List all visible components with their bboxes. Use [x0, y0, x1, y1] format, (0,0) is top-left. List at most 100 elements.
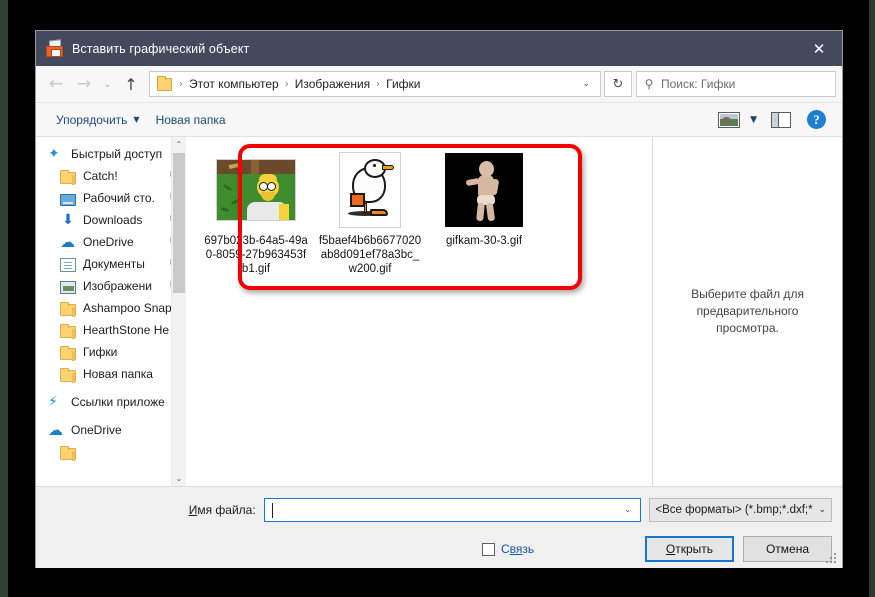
dancing-baby-thumbnail: [434, 151, 534, 229]
sidebar-item-label: Рабочий сто.: [83, 191, 155, 205]
new-folder-button[interactable]: Новая папка: [148, 113, 234, 127]
folder-icon: [60, 301, 76, 317]
screen: Вставить графический объект ✕ ← → ⌄ ↑ › …: [0, 0, 875, 597]
back-icon[interactable]: ←: [42, 70, 70, 98]
file-name-input[interactable]: ⌄: [263, 498, 642, 522]
sidebar-item-downloads[interactable]: ⬇ Downloads ❖: [36, 209, 186, 231]
forward-icon[interactable]: →: [70, 70, 98, 98]
breadcrumb-item-2[interactable]: Гифки: [384, 77, 422, 91]
breadcrumb-item-1[interactable]: Изображения: [293, 77, 372, 91]
recent-locations-icon[interactable]: ⌄: [98, 70, 117, 98]
preview-pane: Выберите файл для предварительного просм…: [652, 137, 842, 486]
folder-icon: [60, 445, 76, 461]
sidebar-item-documents[interactable]: Документы ❖: [36, 253, 186, 275]
resize-grip[interactable]: [826, 553, 838, 565]
search-input[interactable]: ⚲ Поиск: Гифки: [636, 71, 836, 97]
organize-button[interactable]: Упорядочить ▼: [48, 113, 148, 127]
navigation-bar: ← → ⌄ ↑ › Этот компьютер › Изображения ›…: [36, 66, 842, 103]
sidebar-item-label: OneDrive: [71, 423, 122, 437]
file-item[interactable]: 697b023b-64a5-49a0-8059-27b963453fb1.gif: [200, 151, 312, 276]
sidebar-item-partial[interactable]: [36, 441, 186, 463]
sidebar-item-label: Ashampoo Snap: [83, 301, 172, 315]
chevron-down-icon[interactable]: ▼: [750, 115, 757, 125]
sidebar-item-desktop[interactable]: Рабочий сто. ❖: [36, 187, 186, 209]
cloud-icon: ☁: [48, 421, 63, 439]
title-bar: Вставить графический объект ✕: [36, 31, 842, 66]
cloud-icon: ☁: [60, 233, 75, 251]
sidebar-item-label: Документы: [83, 257, 145, 271]
sidebar-item-catch[interactable]: Catch! ❖: [36, 165, 186, 187]
open-button[interactable]: Открыть: [645, 536, 734, 562]
file-item[interactable]: f5baef4b6b6677020ab8d091ef78a3bc_w200.gi…: [314, 151, 426, 276]
help-icon[interactable]: ?: [807, 110, 826, 129]
pictures-icon: [60, 280, 76, 294]
view-options-icon[interactable]: [718, 111, 741, 128]
link-checkbox-label: Связь: [501, 542, 535, 556]
dialog-body: ✦ Быстрый доступ Catch! ❖ Рабочий сто. ❖…: [36, 137, 842, 486]
folder-icon: [60, 169, 76, 185]
sidebar-item-onedrive[interactable]: ☁ OneDrive ❖: [36, 231, 186, 253]
scrollbar-thumb[interactable]: [173, 153, 185, 293]
folder-icon: [60, 367, 76, 383]
organize-label: Упорядочить: [56, 112, 128, 127]
navigation-sidebar: ✦ Быстрый доступ Catch! ❖ Рабочий сто. ❖…: [36, 137, 186, 486]
sidebar-item-label: OneDrive: [83, 235, 134, 249]
link-checkbox[interactable]: Связь: [482, 542, 534, 556]
command-bar: Упорядочить ▼ Новая папка ▼ ?: [36, 103, 842, 137]
sidebar-item-hearthstone[interactable]: HearthStone He: [36, 319, 186, 341]
file-type-dropdown[interactable]: <Все форматы> (*.bmp;*.dxf;* ⌄: [649, 498, 832, 522]
desktop-left-edge: [0, 0, 8, 597]
checkbox-box[interactable]: [482, 542, 495, 556]
bolt-icon: ⚡: [48, 394, 58, 410]
sidebar-scrollbar[interactable]: ⌃ ⌄: [171, 137, 186, 486]
folder-icon: [157, 75, 172, 91]
sidebar-item-new-folder[interactable]: Новая папка: [36, 363, 186, 385]
file-item[interactable]: gifkam-30-3.gif: [428, 151, 540, 276]
insert-picture-icon: [46, 39, 63, 57]
sidebar-item-label: Гифки: [83, 345, 118, 359]
file-name: f5baef4b6b6677020ab8d091ef78a3bc_w200.gi…: [318, 235, 422, 275]
chevron-down-icon[interactable]: ⌄: [624, 505, 637, 515]
download-icon: ⬇: [62, 212, 74, 228]
preview-pane-icon[interactable]: [771, 111, 791, 128]
refresh-icon[interactable]: ↻: [604, 71, 632, 97]
sidebar-item-ashampoo-snap[interactable]: Ashampoo Snap: [36, 297, 186, 319]
breadcrumb-separator: ›: [376, 78, 381, 90]
folder-icon: [60, 323, 76, 339]
sidebar-item-label: Ссылки приложе: [71, 395, 165, 409]
preview-message: Выберите файл для предварительного просм…: [691, 287, 804, 335]
sidebar-item-quick-access[interactable]: ✦ Быстрый доступ: [36, 143, 186, 165]
sidebar-item-label: Новая папка: [83, 367, 153, 381]
chevron-down-icon: ▼: [133, 115, 140, 124]
folder-icon: [60, 345, 76, 361]
sidebar-item-pictures[interactable]: Изображени ❖: [36, 275, 186, 297]
chevron-down-icon: ⌄: [818, 505, 826, 515]
sidebar-item-gifki[interactable]: Гифки: [36, 341, 186, 363]
text-caret: [271, 502, 273, 518]
scroll-down-icon[interactable]: ⌄: [172, 471, 186, 486]
breadcrumb-item-0[interactable]: Этот компьютер: [187, 77, 281, 91]
desktop-icon: [60, 193, 76, 206]
insert-picture-dialog: Вставить графический объект ✕ ← → ⌄ ↑ › …: [35, 30, 843, 568]
chevron-down-icon[interactable]: ⌄: [576, 79, 596, 89]
sidebar-item-label: HearthStone He: [83, 323, 170, 337]
scroll-up-icon[interactable]: ⌃: [172, 137, 186, 152]
sidebar-item-label: Быстрый доступ: [71, 147, 163, 161]
desktop-right-edge: [869, 0, 875, 597]
search-icon: ⚲: [644, 77, 654, 91]
sidebar-item-app-links[interactable]: ⚡ Ссылки приложе: [36, 391, 186, 413]
breadcrumb-separator: ›: [179, 78, 183, 90]
breadcrumb-separator: ›: [284, 78, 289, 90]
file-name: 697b023b-64a5-49a0-8059-27b963453fb1.gif: [204, 235, 308, 275]
up-icon[interactable]: ↑: [117, 70, 145, 98]
sidebar-item-label: Catch!: [83, 169, 118, 183]
duck-thumbnail: [320, 151, 420, 229]
breadcrumb[interactable]: › Этот компьютер › Изображения › Гифки ⌄: [149, 71, 601, 97]
dialog-footer: Имя файла: ⌄ <Все форматы> (*.bmp;*.dxf;…: [36, 486, 842, 568]
cancel-button[interactable]: Отмена: [743, 536, 832, 562]
close-icon[interactable]: ✕: [796, 31, 842, 66]
sidebar-item-onedrive-root[interactable]: ☁ OneDrive: [36, 419, 186, 441]
file-type-value: <Все форматы> (*.bmp;*.dxf;*: [655, 504, 813, 516]
document-icon: [60, 257, 76, 272]
file-list[interactable]: 697b023b-64a5-49a0-8059-27b963453fb1.gif: [186, 137, 652, 486]
